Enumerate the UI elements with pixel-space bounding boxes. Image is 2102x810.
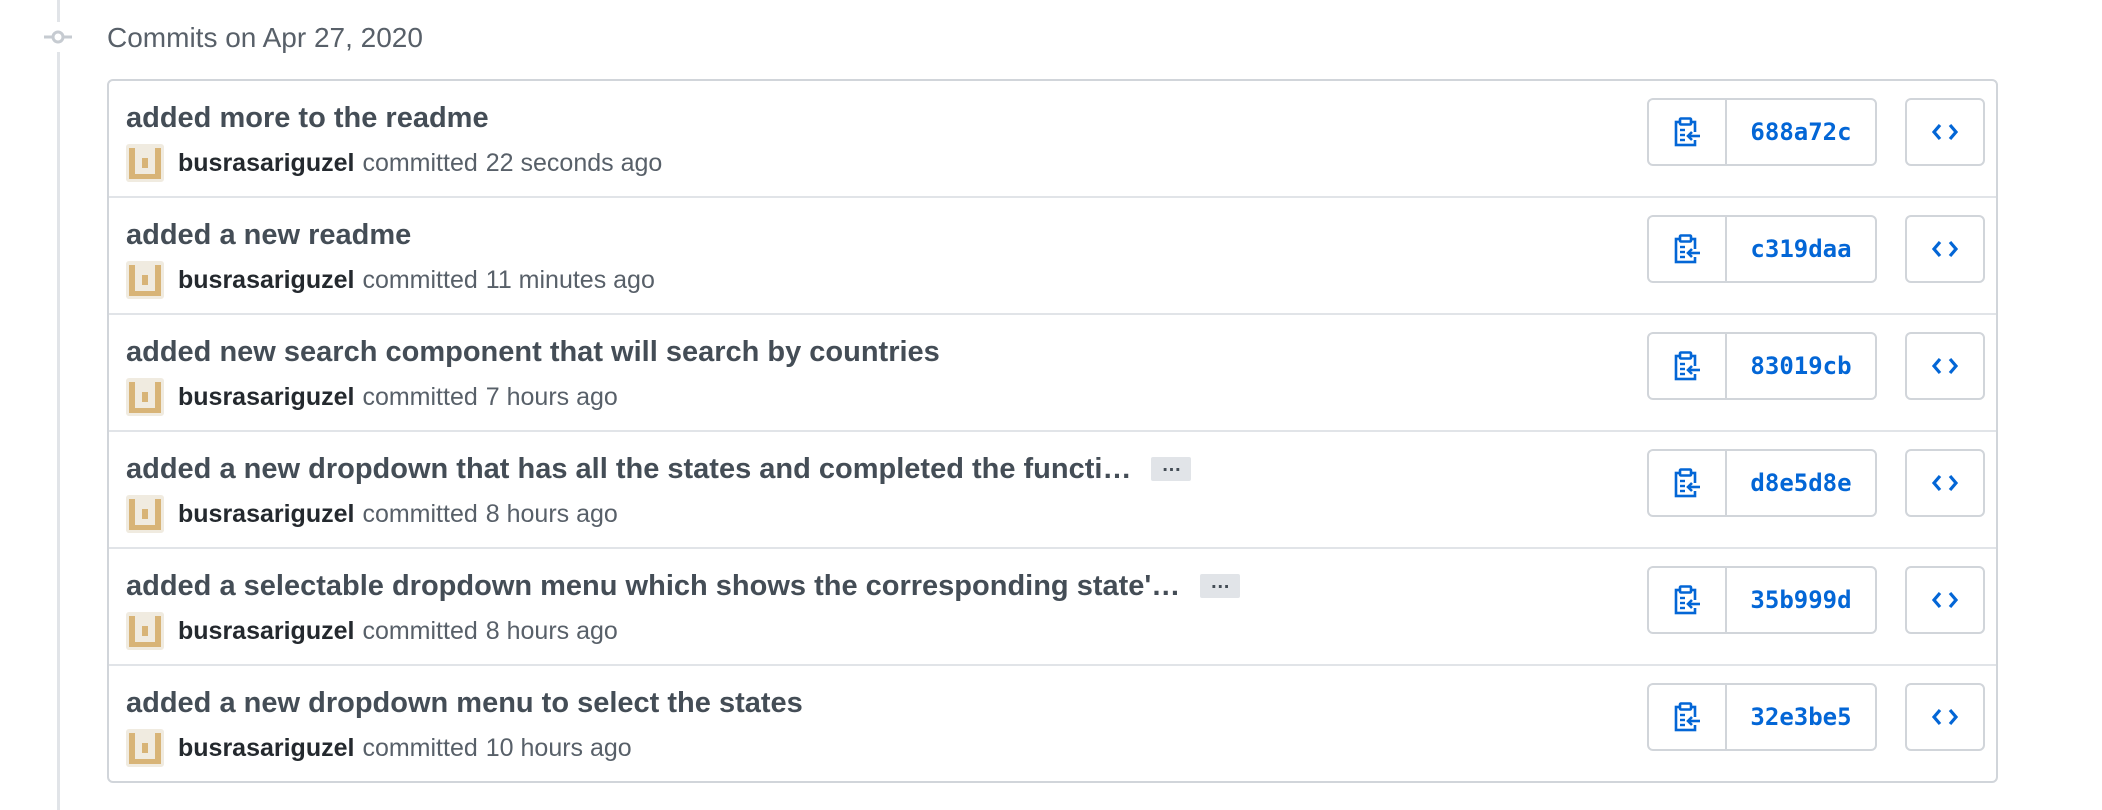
commit-author[interactable]: busrasariguzel (178, 500, 354, 529)
committed-label: committed (362, 733, 478, 762)
clipboard-copy-icon (1674, 351, 1700, 381)
commit-sha-link[interactable]: c319daa (1727, 217, 1875, 281)
copy-sha-button[interactable] (1649, 217, 1727, 281)
copy-sha-button[interactable] (1649, 100, 1727, 164)
commit-meta: busrasariguzel committed 7 hours ago (126, 378, 618, 416)
commit-time: 8 hours ago (485, 616, 618, 645)
commit-title-link[interactable]: added a new dropdown that has all the st… (126, 453, 1131, 486)
browse-repo-button[interactable] (1905, 215, 1985, 283)
browse-repo-button[interactable] (1905, 449, 1985, 517)
commit-author[interactable]: busrasariguzel (178, 734, 354, 763)
commit-author[interactable]: busrasariguzel (178, 149, 354, 178)
commit-row: added a new dropdown that has all the st… (109, 432, 1996, 549)
identicon-avatar[interactable] (126, 144, 164, 182)
commit-time: 8 hours ago (485, 499, 618, 528)
sha-button-group: 688a72c (1647, 98, 1877, 166)
commit-sha-link[interactable]: d8e5d8e (1727, 451, 1875, 515)
browse-repo-button[interactable] (1905, 332, 1985, 400)
code-icon (1932, 240, 1958, 258)
commit-meta: busrasariguzel committed 8 hours ago (126, 612, 618, 650)
ellipsis-icon[interactable]: … (1151, 455, 1192, 481)
copy-sha-button[interactable] (1649, 451, 1727, 515)
commit-sha-link[interactable]: 83019cb (1727, 334, 1875, 398)
commit-title-line: added a new dropdown menu to select the … (126, 683, 803, 723)
commit-sha-link[interactable]: 688a72c (1727, 100, 1875, 164)
code-icon (1932, 474, 1958, 492)
commit-time: 10 hours ago (485, 733, 632, 762)
commit-sha-link[interactable]: 35b999d (1727, 568, 1875, 632)
commit-row: added a selectable dropdown menu which s… (109, 549, 1996, 666)
clipboard-copy-icon (1674, 468, 1700, 498)
commit-author[interactable]: busrasariguzel (178, 617, 354, 646)
commit-title-link[interactable]: added more to the readme (126, 102, 489, 135)
commit-time: 22 seconds ago (485, 148, 663, 177)
sha-button-group: d8e5d8e (1647, 449, 1877, 517)
sha-button-group: 35b999d (1647, 566, 1877, 634)
committed-label: committed (362, 265, 478, 294)
browse-repo-button[interactable] (1905, 98, 1985, 166)
committed-label: committed (362, 148, 478, 177)
commit-title-link[interactable]: added new search component that will sea… (126, 336, 940, 369)
commit-title-line: added new search component that will sea… (126, 332, 940, 372)
sha-button-group: 32e3be5 (1647, 683, 1877, 751)
copy-sha-button[interactable] (1649, 568, 1727, 632)
sha-button-group: c319daa (1647, 215, 1877, 283)
commit-title-link[interactable]: added a new readme (126, 219, 411, 252)
commit-author[interactable]: busrasariguzel (178, 383, 354, 412)
commit-row: added new search component that will sea… (109, 315, 1996, 432)
code-icon (1932, 708, 1958, 726)
commit-meta: busrasariguzel committed 10 hours ago (126, 729, 632, 767)
copy-sha-button[interactable] (1649, 334, 1727, 398)
code-icon (1932, 123, 1958, 141)
commit-title-line: added a selectable dropdown menu which s… (126, 566, 1241, 606)
commit-meta: busrasariguzel committed 11 minutes ago (126, 261, 655, 299)
code-icon (1932, 591, 1958, 609)
committed-label: committed (362, 499, 478, 528)
commit-row: added a new readme busrasariguzel commit… (109, 198, 1996, 315)
commit-time: 11 minutes ago (485, 265, 655, 294)
commit-row: added a new dropdown menu to select the … (109, 666, 1996, 781)
git-commit-icon (44, 22, 72, 52)
copy-sha-button[interactable] (1649, 685, 1727, 749)
identicon-avatar[interactable] (126, 378, 164, 416)
clipboard-copy-icon (1674, 702, 1700, 732)
identicon-avatar[interactable] (126, 495, 164, 533)
commit-title-link[interactable]: added a new dropdown menu to select the … (126, 687, 803, 720)
commit-title-line: added more to the readme (126, 98, 489, 138)
commit-title-line: added a new dropdown that has all the st… (126, 449, 1192, 489)
commit-meta: busrasariguzel committed 22 seconds ago (126, 144, 662, 182)
commit-row: added more to the readme busrasariguzel … (109, 81, 1996, 198)
commit-author[interactable]: busrasariguzel (178, 266, 354, 295)
clipboard-copy-icon (1674, 585, 1700, 615)
commit-time: 7 hours ago (485, 382, 618, 411)
commit-meta: busrasariguzel committed 8 hours ago (126, 495, 618, 533)
ellipsis-icon[interactable]: … (1200, 572, 1241, 598)
commit-group-title: Commits on Apr 27, 2020 (107, 22, 423, 53)
commit-title-line: added a new readme (126, 215, 411, 255)
identicon-avatar[interactable] (126, 729, 164, 767)
clipboard-copy-icon (1674, 117, 1700, 147)
sha-button-group: 83019cb (1647, 332, 1877, 400)
committed-label: committed (362, 616, 478, 645)
code-icon (1932, 357, 1958, 375)
commits-page: Commits on Apr 27, 2020 added more to th… (0, 0, 2102, 810)
commit-list: added more to the readme busrasariguzel … (107, 79, 1998, 783)
commit-sha-link[interactable]: 32e3be5 (1727, 685, 1875, 749)
committed-label: committed (362, 382, 478, 411)
commit-title-link[interactable]: added a selectable dropdown menu which s… (126, 570, 1180, 603)
browse-repo-button[interactable] (1905, 566, 1985, 634)
identicon-avatar[interactable] (126, 612, 164, 650)
browse-repo-button[interactable] (1905, 683, 1985, 751)
timeline-line (57, 0, 60, 810)
clipboard-copy-icon (1674, 234, 1700, 264)
identicon-avatar[interactable] (126, 261, 164, 299)
